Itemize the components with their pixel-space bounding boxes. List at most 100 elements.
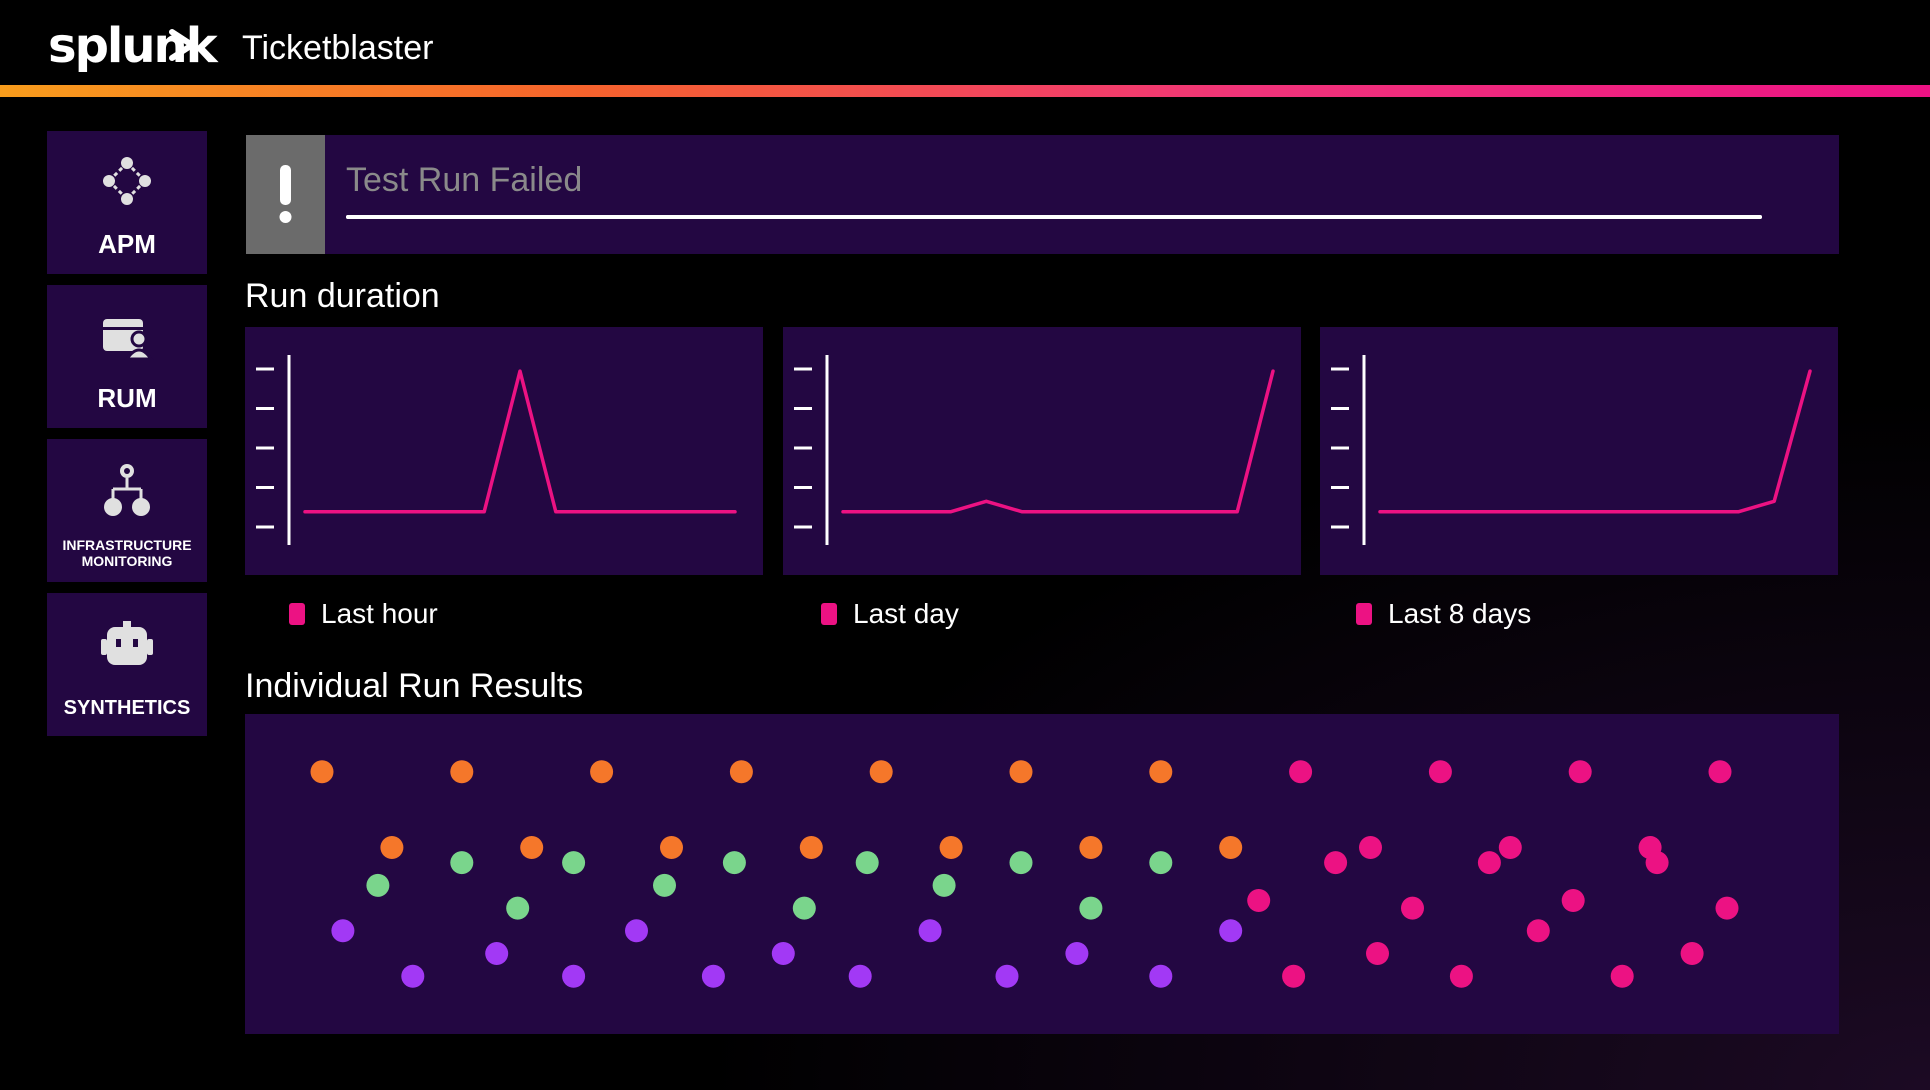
exclamation-icon [246, 135, 325, 254]
run-result-dot-purple [625, 919, 648, 943]
test-run-alert: Test Run Failed [246, 135, 1839, 254]
run-result-dot-purple [1149, 964, 1173, 988]
run-result-dot-pink [1428, 760, 1452, 784]
run-result-dot-pink-lower [1366, 942, 1389, 965]
chart-last-day-plot [794, 355, 1275, 545]
run-result-dot-purple [701, 964, 725, 988]
run-result-dot-orange [380, 836, 404, 859]
run-result-dot-orange [590, 760, 614, 784]
sidebar-item-label-line1: INFRASTRUCTURE [62, 537, 192, 553]
chart-last-hour-plot [256, 355, 737, 545]
run-result-dot-green [792, 896, 816, 920]
run-result-dot-green [722, 851, 746, 875]
legend-label: Last day [853, 598, 959, 629]
sidebar-item-infrastructure-monitoring[interactable]: INFRASTRUCTURE MONITORING [47, 439, 207, 582]
run-result-dot-pink-lower [1449, 964, 1473, 988]
alert-title: Test Run Failed [346, 161, 583, 199]
run-result-dot-pink-lower [1477, 851, 1501, 875]
infrastructure-icon [104, 464, 150, 516]
chart-last-8-days-plot [1331, 355, 1812, 545]
legend-last-day[interactable]: Last day [821, 594, 959, 634]
run-result-dot-pink [1359, 836, 1382, 859]
app-header: splunk Ticketblaster [0, 0, 1930, 84]
run-result-dot-purple [848, 964, 872, 988]
run-result-dot-orange [660, 836, 683, 859]
apm-icon [103, 157, 151, 205]
synthetics-icon [101, 621, 153, 665]
legend-label: Last 8 days [1388, 598, 1532, 629]
run-result-dot-green [366, 873, 390, 897]
run-results-title: Individual Run Results [245, 667, 584, 705]
run-result-dot-pink-lower [1324, 851, 1348, 875]
run-result-dot-purple [485, 942, 509, 965]
run-result-dot-pink [1708, 760, 1732, 784]
chart-last-hour [245, 327, 763, 575]
run-result-dot-pink-lower [1247, 889, 1271, 912]
run-result-dot-orange [1219, 836, 1243, 859]
run-result-dot-orange [520, 836, 544, 859]
run-result-dot-pink-lower [1282, 964, 1306, 988]
run-result-dot-green [450, 851, 474, 875]
series-line [303, 369, 737, 514]
run-result-dot-purple [331, 919, 355, 943]
legend-swatch [289, 603, 305, 625]
run-result-dot-orange [939, 836, 963, 859]
legend-last-hour[interactable]: Last hour [289, 594, 438, 634]
run-result-dot-orange [310, 760, 334, 784]
run-result-dot-green [653, 873, 676, 897]
rum-icon [103, 319, 154, 361]
alert-progress-fill [346, 215, 1762, 219]
run-result-dot-green [932, 873, 956, 897]
run-result-dot-orange [1009, 760, 1033, 784]
run-result-dot-orange [869, 760, 893, 784]
alert-progress-bar [346, 215, 1762, 219]
run-result-dot-pink-lower [1715, 896, 1739, 920]
run-result-dot-pink [1289, 760, 1313, 784]
run-result-dot-purple [562, 964, 586, 988]
run-result-dot-orange [799, 836, 823, 859]
sidebar-item-rum[interactable]: RUM [47, 285, 207, 428]
run-result-dot-purple [401, 964, 425, 988]
run-result-dot-purple [918, 919, 942, 943]
legend-last-8-days[interactable]: Last 8 days [1356, 594, 1531, 634]
run-result-dot-purple [995, 964, 1019, 988]
run-result-dot-green [1009, 851, 1033, 875]
legend-label: Last hour [321, 598, 438, 629]
sidebar-item-synthetics[interactable]: SYNTHETICS [47, 593, 207, 736]
run-result-dot-pink-lower [1645, 851, 1669, 875]
run-result-dot-orange [1079, 836, 1103, 859]
run-result-dot-green [1149, 851, 1173, 875]
legend-swatch [1356, 603, 1372, 625]
chart-last-8-days [1320, 327, 1838, 575]
run-result-dot-pink-lower [1610, 964, 1634, 988]
run-result-dot-orange [729, 760, 753, 784]
run-duration-title: Run duration [245, 277, 440, 315]
run-result-dot-pink [1568, 760, 1592, 784]
run-result-dot-green [562, 851, 586, 875]
run-results-panel [245, 714, 1839, 1034]
accent-gradient-bar [0, 85, 1930, 97]
app-title: Ticketblaster [242, 29, 434, 67]
run-result-dot-pink-lower [1561, 889, 1585, 912]
run-result-dot-purple [1219, 919, 1243, 943]
sidebar-item-label: INFRASTRUCTURE MONITORING [47, 537, 207, 569]
sidebar-item-label: APM [98, 229, 156, 259]
series-line [1378, 369, 1812, 514]
sidebar-item-label: RUM [97, 383, 157, 413]
run-result-dot-pink-lower [1526, 919, 1550, 943]
run-result-dot-pink-lower [1680, 942, 1704, 965]
run-result-dot-green [855, 851, 879, 875]
logo-chevron-icon [169, 29, 195, 61]
series-line [841, 369, 1275, 514]
run-result-dot-pink-lower [1401, 896, 1424, 920]
run-result-dot-purple [1065, 942, 1089, 965]
run-results-scatter [310, 760, 1739, 988]
legend-swatch [821, 603, 837, 625]
sidebar-item-label-line2: MONITORING [81, 553, 173, 569]
run-result-dot-orange [1149, 760, 1173, 784]
chart-last-day [783, 327, 1301, 575]
run-result-dot-pink [1498, 836, 1522, 859]
run-result-dot-green [506, 896, 530, 920]
run-result-dot-green [1079, 896, 1103, 920]
sidebar-item-apm[interactable]: APM [47, 131, 207, 274]
